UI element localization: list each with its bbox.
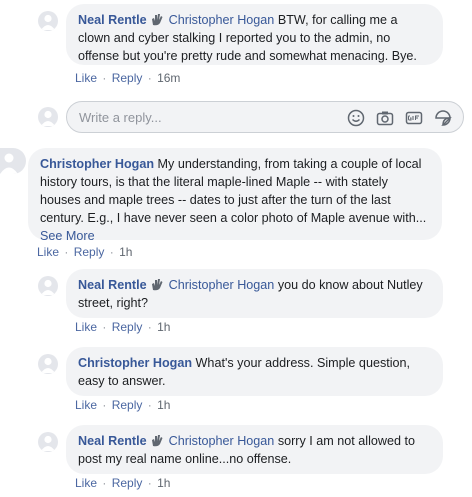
avatar [38, 107, 58, 127]
comment-actions: Like · Reply · 1h [37, 245, 132, 259]
wave-icon [152, 435, 163, 447]
comment-author[interactable]: Neal Rentle [78, 13, 147, 27]
like-link[interactable]: Like [75, 398, 97, 412]
avatar[interactable] [0, 148, 26, 174]
comment-bubble: Christopher Hogan What's your address. S… [66, 347, 443, 396]
comment-author[interactable]: Neal Rentle [78, 434, 147, 448]
comment-actions: Like · Reply · 1h [75, 476, 170, 490]
reply-link[interactable]: Reply [112, 398, 143, 412]
avatar[interactable] [38, 432, 58, 452]
timestamp[interactable]: 16m [157, 71, 180, 85]
like-link[interactable]: Like [75, 71, 97, 85]
like-link[interactable]: Like [37, 245, 59, 259]
sticker-icon[interactable] [434, 109, 452, 127]
comment-actions: Like · Reply · 1h [75, 320, 170, 334]
avatar[interactable] [38, 276, 58, 296]
comment-actions: Like · Reply · 1h [75, 398, 170, 412]
reply-link[interactable]: Reply [112, 320, 143, 334]
timestamp[interactable]: 1h [157, 320, 170, 334]
reply-input[interactable]: Write a reply... [66, 101, 464, 133]
comment-author[interactable]: Neal Rentle [78, 278, 147, 292]
separator: · [147, 398, 152, 412]
tagged-user[interactable]: Christopher Hogan [169, 278, 275, 292]
reply-link[interactable]: Reply [112, 476, 143, 490]
separator: · [147, 71, 152, 85]
separator: · [102, 320, 107, 334]
comment-author[interactable]: Christopher Hogan [40, 157, 154, 171]
like-link[interactable]: Like [75, 476, 97, 490]
comment-bubble: Neal Rentle Christopher Hogan you do kno… [66, 269, 443, 318]
wave-icon [152, 14, 163, 26]
comment-author[interactable]: Christopher Hogan [78, 356, 192, 370]
separator: · [147, 320, 152, 334]
tagged-user[interactable]: Christopher Hogan [169, 434, 275, 448]
avatar[interactable] [38, 11, 58, 31]
like-link[interactable]: Like [75, 320, 97, 334]
avatar[interactable] [38, 354, 58, 374]
reply-link[interactable]: Reply [74, 245, 105, 259]
separator: · [102, 398, 107, 412]
timestamp[interactable]: 1h [157, 398, 170, 412]
separator: · [109, 245, 114, 259]
separator: · [64, 245, 69, 259]
camera-icon[interactable] [376, 109, 394, 127]
reply-link[interactable]: Reply [112, 71, 143, 85]
reply-placeholder: Write a reply... [79, 110, 162, 125]
tagged-user[interactable]: Christopher Hogan [169, 13, 275, 27]
separator: · [147, 476, 152, 490]
emoji-icon[interactable] [347, 109, 365, 127]
comment-bubble: Christopher Hogan My understanding, from… [28, 148, 442, 243]
separator: · [102, 71, 107, 85]
separator: · [102, 476, 107, 490]
comment-bubble: Neal Rentle Christopher Hogan BTW, for c… [66, 4, 443, 65]
timestamp[interactable]: 1h [157, 476, 170, 490]
timestamp[interactable]: 1h [119, 245, 132, 259]
comment-actions: Like · Reply · 16m [75, 71, 180, 85]
gif-icon[interactable] [405, 109, 423, 127]
comment-bubble: Neal Rentle Christopher Hogan sorry I am… [66, 425, 443, 474]
see-more-link[interactable]: See More [40, 229, 95, 243]
wave-icon [152, 279, 163, 291]
